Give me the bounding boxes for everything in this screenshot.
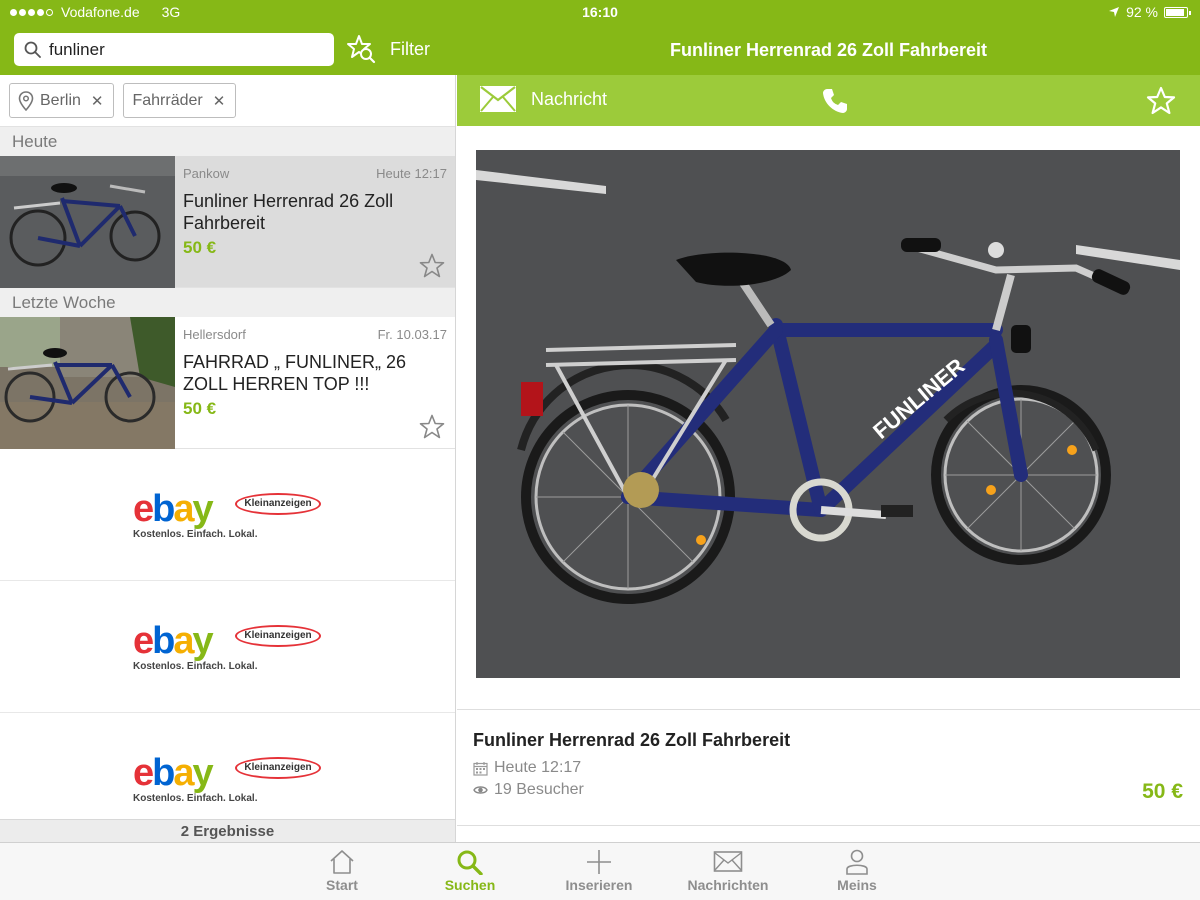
detail-title: Funliner Herrenrad 26 Zoll Fahrbereit (473, 730, 791, 750)
status-bar-right: 92 % (1108, 4, 1191, 20)
listing-thumbnail (0, 317, 175, 449)
ad-badge: Kleinanzeigen (235, 757, 321, 779)
person-icon (846, 849, 868, 875)
results-count: 2 Ergebnisse (0, 819, 455, 842)
ad-tagline: Kostenlos. Einfach. Lokal. (133, 793, 258, 804)
saved-search-star-icon[interactable] (346, 34, 376, 64)
listing-photo[interactable]: FUNLINER (476, 150, 1180, 678)
ebay-kleinanzeigen-logo: ebay Kleinanzeigen Kostenlos. Einfach. L… (133, 489, 321, 540)
search-field[interactable] (14, 33, 334, 66)
detail-info: Funliner Herrenrad 26 Zoll Fahrbereit He… (473, 730, 1184, 799)
listing-item[interactable]: Hellersdorf Fr. 10.03.17 FAHRRAD „ FUNLI… (0, 317, 455, 449)
listing-date: Fr. 10.03.17 (377, 327, 447, 342)
message-button[interactable]: Nachricht (479, 85, 607, 113)
ad-tagline: Kostenlos. Einfach. Lokal. (133, 661, 258, 672)
ebay-kleinanzeigen-logo: ebay Kleinanzeigen Kostenlos. Einfach. L… (133, 621, 321, 672)
eye-icon (473, 786, 488, 794)
tab-inserieren[interactable]: Inserieren (549, 849, 649, 893)
detail-date: Heute 12:17 (494, 759, 582, 776)
listing-title: Funliner Herrenrad 26 Zoll Fahrbereit (183, 191, 394, 233)
ad-banner[interactable]: ebay Kleinanzeigen Kostenlos. Einfach. L… (0, 581, 455, 713)
ad-badge: Kleinanzeigen (235, 625, 321, 647)
filter-chip-location[interactable]: Berlin ✕ (9, 83, 115, 118)
tab-label: Suchen (444, 877, 496, 893)
search-input[interactable] (49, 39, 319, 60)
listing-date: Heute 12:17 (376, 166, 447, 181)
remove-filter-icon[interactable]: ✕ (91, 92, 104, 110)
divider (457, 709, 1200, 710)
tab-meins[interactable]: Meins (807, 849, 907, 893)
search-icon (24, 41, 41, 58)
section-header-last-week: Letzte Woche (0, 288, 455, 317)
battery-percent: 92 % (1126, 4, 1158, 20)
detail-visitors: 19 Besucher (494, 781, 584, 798)
section-header-today: Heute (0, 127, 455, 156)
ad-tagline: Kostenlos. Einfach. Lokal. (133, 529, 258, 540)
home-icon (330, 850, 354, 874)
remove-filter-icon[interactable]: ✕ (213, 92, 226, 110)
ebay-kleinanzeigen-logo: ebay Kleinanzeigen Kostenlos. Einfach. L… (133, 753, 321, 804)
filter-chip-category[interactable]: Fahrräder ✕ (123, 83, 237, 118)
plus-icon (587, 850, 611, 874)
listing-location: Pankow (183, 166, 230, 181)
location-arrow-icon (1109, 7, 1120, 17)
envelope-icon (480, 86, 516, 112)
favorite-star-icon[interactable] (1146, 86, 1176, 116)
detail-price: 50 € (1142, 780, 1183, 803)
tab-label: Start (326, 877, 358, 893)
ad-badge: Kleinanzeigen (235, 493, 321, 515)
detail-action-bar: Nachricht (457, 75, 1200, 126)
envelope-icon (713, 851, 743, 872)
tab-start[interactable]: Start (292, 849, 392, 893)
listing-price: 50 € (183, 238, 217, 257)
filter-chips: Berlin ✕ Fahrräder ✕ (0, 75, 455, 127)
battery-icon (1164, 6, 1191, 18)
ad-banner[interactable]: ebay Kleinanzeigen Kostenlos. Einfach. L… (0, 449, 455, 581)
favorite-star-icon[interactable] (419, 253, 445, 279)
tab-label: Inserieren (565, 877, 633, 893)
listing-item[interactable]: Pankow Heute 12:17 Funliner Herrenrad 26… (0, 156, 455, 288)
tab-bar: Start Suchen Inserieren Nachrichten Mein… (0, 842, 1200, 900)
tab-label: Nachrichten (687, 877, 769, 893)
tab-suchen[interactable]: Suchen (420, 849, 520, 893)
filter-controls: Filter (346, 34, 430, 64)
detail-header-title: Funliner Herrenrad 26 Zoll Fahrbereit (669, 40, 988, 60)
filter-chip-label: Fahrräder (132, 91, 203, 109)
phone-icon[interactable] (821, 87, 849, 115)
filter-button[interactable]: Filter (390, 39, 430, 60)
listing-thumbnail (0, 156, 175, 288)
listing-title: FAHRRAD „ FUNLINER„ 26 ZOLL HERREN TOP !… (183, 352, 407, 394)
status-time: 16:10 (582, 4, 618, 20)
filter-chip-label: Berlin (40, 91, 81, 109)
top-bar: Vodafone.de 3G 16:10 92 % Filter Funline… (0, 0, 1200, 75)
listing-location: Hellersdorf (183, 327, 246, 342)
calendar-icon (473, 761, 488, 776)
favorite-star-icon[interactable] (419, 414, 445, 440)
tab-nachrichten[interactable]: Nachrichten (678, 849, 778, 893)
tab-label: Meins (837, 877, 877, 893)
message-label: Nachricht (531, 88, 608, 109)
divider (457, 825, 1200, 826)
results-panel: Berlin ✕ Fahrräder ✕ Heute Pankow Heute … (0, 75, 456, 842)
listing-price: 50 € (183, 399, 217, 418)
location-pin-icon (18, 90, 34, 111)
search-icon (457, 850, 483, 875)
listing-detail-panel: Nachricht FUNLINER Funliner Herrenrad 26… (457, 75, 1200, 842)
